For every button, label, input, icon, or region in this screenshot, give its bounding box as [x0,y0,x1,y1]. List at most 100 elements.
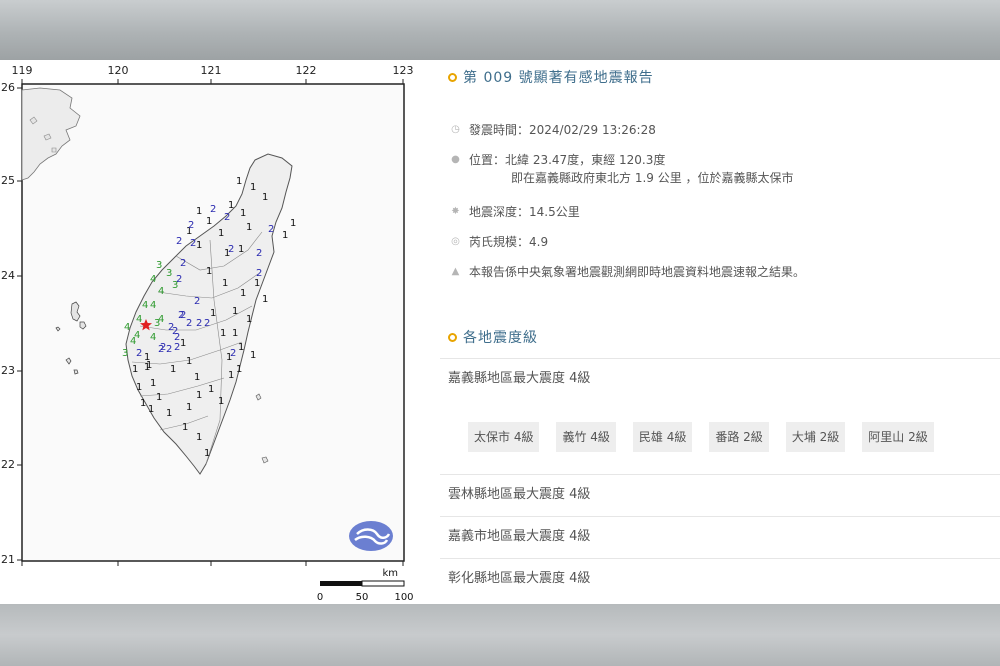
report-panel: 119 120 121 122 123 26 25 24 23 22 21 1 … [0,60,1000,604]
depth-icon: ✸ [451,206,460,217]
svg-text:1: 1 [228,200,234,211]
svg-text:2: 2 [204,318,210,329]
background-bottom [0,604,1000,666]
magnitude-text: 芮氏規模：4.9 [469,235,549,249]
svg-text:1: 1 [204,448,210,459]
station-chip[interactable]: 大埔 2級 [785,422,846,452]
note-text: 本報告係中央氣象署地震觀測網即時地震資料地震速報之結果。 [469,265,806,279]
cwa-logo-icon [349,521,393,551]
lon-label: 121 [201,64,222,77]
svg-text:1: 1 [240,288,246,299]
svg-text:2: 2 [188,220,194,231]
county-row[interactable]: 彰化縣地區最大震度 4級 [440,558,1000,600]
county-row[interactable]: 嘉義縣地區最大震度 4級 [440,358,1000,400]
info-note: ▲ 本報告係中央氣象署地震觀測網即時地震資料地震速報之結果。 [450,264,805,280]
svg-text:4: 4 [142,300,148,311]
svg-text:2: 2 [194,296,200,307]
svg-text:4: 4 [150,300,156,311]
svg-text:2: 2 [190,238,196,249]
svg-text:3: 3 [156,260,162,271]
svg-text:1: 1 [206,216,212,227]
lon-label: 119 [12,64,33,77]
svg-text:1: 1 [150,378,156,389]
station-chip[interactable]: 阿里山 2級 [862,422,934,452]
svg-text:2: 2 [174,342,180,353]
lat-label: 24 [1,269,15,282]
svg-text:1: 1 [238,244,244,255]
svg-text:2: 2 [180,258,186,269]
svg-text:1: 1 [196,432,202,443]
report-title-row: 第 009 號顯著有感地震報告 [448,66,654,88]
station-chip[interactable]: 番路 2級 [709,422,769,452]
lat-label: 21 [1,553,15,566]
svg-text:1: 1 [228,370,234,381]
svg-text:4: 4 [130,336,136,347]
svg-text:1: 1 [166,408,172,419]
scale-label: 50 [356,592,369,603]
lon-label: 123 [393,64,414,77]
svg-text:1: 1 [246,222,252,233]
info-magnitude: ◎ 芮氏規模：4.9 [450,234,548,250]
lat-label: 23 [1,364,15,377]
location-text: 位置：北緯 23.47度，東經 120.3度 [469,153,666,167]
county-row[interactable]: 雲林縣地區最大震度 4級 [440,474,1000,516]
svg-text:1: 1 [236,364,242,375]
svg-text:1: 1 [156,392,162,403]
scale-bar: km 0 50 100 [317,568,414,603]
svg-text:1: 1 [210,308,216,319]
svg-text:1: 1 [218,396,224,407]
earthquake-map: 119 120 121 122 123 26 25 24 23 22 21 1 … [0,60,430,604]
svg-text:2: 2 [186,318,192,329]
report-title: 第 009 號顯著有感地震報告 [463,70,654,86]
info-location: ● 位置：北緯 23.47度，東經 120.3度 即在嘉義縣政府東北方 1.9 … [450,152,793,186]
time-text: 發震時間：2024/02/29 13:26:28 [469,123,656,137]
lat-label: 26 [1,81,15,94]
lon-label: 122 [296,64,317,77]
scale-label: 100 [394,592,413,603]
info-time: ◷ 發震時間：2024/02/29 13:26:28 [450,122,656,138]
svg-text:2: 2 [196,318,202,329]
info-icon: ▲ [451,266,460,277]
svg-text:1: 1 [196,206,202,217]
intensity-title-row: 各地震度級 [448,327,538,347]
station-chip[interactable]: 義竹 4級 [556,422,616,452]
svg-text:1: 1 [262,294,268,305]
svg-text:1: 1 [236,176,242,187]
svg-text:1: 1 [290,218,296,229]
svg-text:2: 2 [256,268,262,279]
station-chip[interactable]: 太保市 4級 [468,422,540,452]
svg-text:3: 3 [172,280,178,291]
background-top [0,0,1000,60]
svg-text:2: 2 [256,248,262,259]
circle-bullet-icon [448,72,457,82]
svg-text:1: 1 [240,208,246,219]
svg-text:1: 1 [148,404,154,415]
svg-text:1: 1 [220,328,226,339]
intensity-section-title: 各地震度級 [463,330,538,346]
svg-text:1: 1 [170,364,176,375]
svg-text:1: 1 [140,398,146,409]
svg-text:1: 1 [186,402,192,413]
map-svg: 119 120 121 122 123 26 25 24 23 22 21 11… [1,64,414,603]
svg-text:1: 1 [144,352,150,363]
svg-text:1: 1 [254,278,260,289]
station-chip[interactable]: 民雄 4級 [632,422,693,452]
svg-text:2: 2 [228,244,234,255]
svg-text:1: 1 [196,390,202,401]
svg-text:1: 1 [132,364,138,375]
svg-text:1: 1 [250,350,256,361]
depth-text: 地震深度：14.5公里 [469,205,580,219]
svg-text:2: 2 [230,348,236,359]
svg-text:2: 2 [268,224,274,235]
info-depth: ✸ 地震深度：14.5公里 [450,204,580,220]
svg-text:3: 3 [166,268,172,279]
svg-text:3: 3 [154,318,160,329]
svg-text:4: 4 [150,274,156,285]
svg-text:2: 2 [166,344,172,355]
report-content: 第 009 號顯著有感地震報告 ◷ 發震時間：2024/02/29 13:26:… [440,60,1000,604]
pin-icon: ● [451,154,460,165]
svg-text:1: 1 [196,240,202,251]
svg-text:2: 2 [176,236,182,247]
svg-text:1: 1 [262,192,268,203]
county-row[interactable]: 嘉義市地區最大震度 4級 [440,516,1000,558]
